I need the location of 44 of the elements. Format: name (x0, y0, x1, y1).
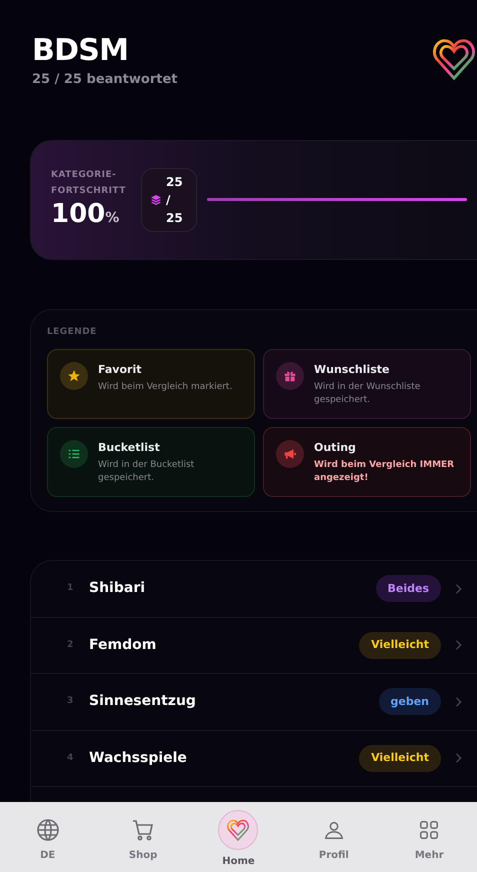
progress-percent: 100% (51, 198, 120, 230)
chevron-icon[interactable] (455, 753, 463, 764)
progress-label: KATEGORIE-FORTSCHRITT (51, 168, 127, 198)
count-badge: 25 / 25 (141, 168, 197, 232)
question-name[interactable]: Shibari (89, 578, 376, 600)
legend-item-text: Wird beim Vergleich IMMER angezeigt! (314, 459, 456, 485)
nav-item[interactable]: Home (203, 810, 274, 869)
legend-title: LEGENDE (47, 326, 98, 338)
chevron-icon[interactable] (455, 696, 463, 707)
page-title: BDSM (32, 34, 130, 68)
chevron-icon[interactable] (455, 584, 463, 594)
legend-item-text: Wird in der Bucketlist gespeichert. (98, 459, 196, 485)
legend-item-text: Wird beim Vergleich markiert. (98, 381, 232, 394)
legend-item-title: Favorit (98, 363, 142, 377)
question-name[interactable]: Femdom (89, 634, 360, 656)
answered-count: 25 / 25 beantwortet (32, 71, 178, 89)
question-name[interactable]: Sinnesentzug (89, 691, 378, 712)
legend-item-title: Wunschliste (314, 363, 391, 377)
question-number: 4 (67, 752, 74, 764)
answer-tag: Beides (376, 575, 441, 602)
checklist-icon (60, 440, 88, 468)
answer-tag: Vielleicht (359, 632, 441, 659)
question-number: 3 (67, 695, 74, 708)
nav-item[interactable]: Shop (108, 816, 178, 863)
globe-icon (36, 818, 60, 842)
nav-item[interactable]: Profil (298, 816, 369, 863)
gift-icon (276, 362, 304, 390)
answer-tag: geben (378, 688, 441, 716)
nav-item[interactable]: DE (12, 816, 83, 863)
question-number: 1 (67, 582, 74, 595)
legend-item-title: Bucketlist (98, 441, 161, 455)
question-name[interactable]: Wachsspiele (89, 748, 360, 769)
user-icon (322, 819, 345, 841)
legend-item-text: Wird in der Wunschliste gespeichert. (314, 381, 422, 407)
answer-tag: Vielleicht (359, 744, 441, 772)
heart-icon (226, 818, 250, 842)
chevron-icon[interactable] (455, 640, 463, 650)
grid-icon (418, 819, 440, 841)
layers-icon (150, 194, 162, 206)
nav-item[interactable]: Mehr (394, 816, 464, 863)
question-number: 2 (67, 638, 74, 652)
cart-icon (131, 818, 156, 842)
legend-item-title: Outing (314, 441, 357, 455)
megaphone-icon (276, 440, 304, 468)
